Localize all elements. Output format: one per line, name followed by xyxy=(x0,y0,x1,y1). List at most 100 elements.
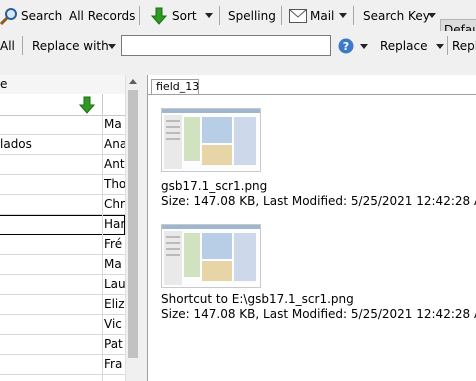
replace-dropdown-arrow[interactable] xyxy=(436,31,444,61)
replace-with-input[interactable] xyxy=(121,35,331,56)
chevron-down-icon xyxy=(436,43,444,49)
search-key-dropdown-arrow[interactable] xyxy=(428,0,436,31)
svg-text:?: ? xyxy=(343,40,349,53)
table-row[interactable]: Pat xyxy=(0,335,125,355)
mail-label: Mail xyxy=(310,8,335,23)
file-thumbnail[interactable] xyxy=(161,224,261,288)
search-label: Search xyxy=(21,8,63,23)
chevron-down-icon xyxy=(108,43,116,49)
cell-col-a[interactable]: lados xyxy=(0,135,102,155)
file-name: Shortcut to E:\gsb17.1_scr1.png xyxy=(161,292,354,306)
file-info: Size: 147.08 KB, Last Modified: 5/25/202… xyxy=(161,307,476,321)
cell-col-b[interactable]: Ma xyxy=(103,255,125,275)
mail-icon xyxy=(289,8,307,23)
mail-button[interactable]: Mail xyxy=(289,0,334,31)
replace-label: Replace xyxy=(380,39,428,53)
cell-col-b[interactable]: Fré xyxy=(103,235,125,255)
replace-all-button[interactable]: Repl xyxy=(452,31,476,61)
replace-all-left-button[interactable]: All xyxy=(0,31,15,61)
table-row[interactable]: Fra xyxy=(0,355,125,375)
scroll-thumb[interactable] xyxy=(128,90,138,358)
table-row[interactable]: Vic xyxy=(0,315,125,335)
table-row[interactable]: Ma xyxy=(0,115,125,135)
replace-with-dropdown-arrow[interactable] xyxy=(108,31,116,61)
cell-col-b[interactable]: Chr xyxy=(103,195,125,215)
help-button[interactable]: ? xyxy=(338,31,354,61)
cell-col-a[interactable] xyxy=(0,115,102,135)
cell-col-a[interactable] xyxy=(0,295,102,315)
table-row[interactable]: Ant xyxy=(0,155,125,175)
main-toolbar: Search All Records Sort Spelling Mail Se… xyxy=(0,0,476,41)
cell-col-a[interactable] xyxy=(0,235,102,255)
scroll-up-icon[interactable] xyxy=(129,79,137,84)
chevron-down-icon xyxy=(339,13,347,18)
cell-col-a[interactable] xyxy=(0,275,102,295)
cell-col-b[interactable]: Ant xyxy=(103,155,125,175)
sort-icon xyxy=(150,7,168,25)
table-row[interactable]: lados Ana xyxy=(0,135,125,155)
mail-dropdown-arrow[interactable] xyxy=(339,0,347,31)
toolbar-divider xyxy=(22,36,23,55)
selected-cell-outline xyxy=(0,215,125,235)
all-records-button[interactable]: All Records xyxy=(69,0,135,31)
replace-with-label: Replace with xyxy=(32,39,109,53)
sort-label: Sort xyxy=(172,8,197,23)
cell-col-a[interactable] xyxy=(0,175,102,195)
search-key-label: Search Key xyxy=(363,8,430,23)
toolbar-divider xyxy=(281,6,282,25)
all-label: All xyxy=(0,39,15,53)
replace-button[interactable]: Replace xyxy=(380,31,427,61)
cell-col-b[interactable]: Ma xyxy=(103,115,125,135)
table-row[interactable]: Chr xyxy=(0,195,125,215)
toolbar-divider xyxy=(139,6,140,25)
cell-col-a[interactable] xyxy=(0,355,102,375)
spelling-label: Spelling xyxy=(228,8,276,23)
cell-col-b[interactable]: Vic xyxy=(103,315,125,335)
tab-label: field_13 xyxy=(156,80,200,93)
cell-col-b[interactable]: Tho xyxy=(103,175,125,195)
cell-col-b[interactable]: Fra xyxy=(103,355,125,375)
table-row[interactable]: Tho xyxy=(0,175,125,195)
grid-rows: Ma lados Ana Ant Tho Chr Har Fré Ma Lau Eliz Vic Pat… xyxy=(0,115,125,381)
container-field-panel: field_13 gsb17.1_scr1.png Size: 147.08 K… xyxy=(147,75,476,381)
cell-col-a[interactable] xyxy=(0,155,102,175)
sort-indicator[interactable] xyxy=(78,96,100,114)
cell-col-b[interactable]: Lau xyxy=(103,275,125,295)
toolbar-divider xyxy=(447,36,448,55)
tab-field-13[interactable]: field_13 xyxy=(151,79,199,95)
search-key-button[interactable]: Search Key xyxy=(363,0,430,31)
table-row[interactable]: Har xyxy=(0,215,125,235)
help-dropdown-arrow[interactable] xyxy=(360,31,368,61)
sort-descending-icon xyxy=(78,96,96,114)
table-row[interactable]: Fré xyxy=(0,235,125,255)
table-row[interactable]: Ma xyxy=(0,255,125,275)
file-name: gsb17.1_scr1.png xyxy=(161,179,268,193)
cell-col-a[interactable] xyxy=(0,255,102,275)
table-row[interactable]: Eliz xyxy=(0,295,125,315)
help-icon: ? xyxy=(338,38,354,54)
sort-button[interactable]: Sort xyxy=(150,0,197,31)
cell-col-a[interactable] xyxy=(0,315,102,335)
records-grid[interactable]: e Ma lados Ana Ant Tho Chr Har Fré Ma Lau Eliz Vic P… xyxy=(0,75,140,381)
grid-filter-row xyxy=(0,94,125,116)
all-records-label: All Records xyxy=(69,8,136,23)
cell-col-a[interactable] xyxy=(0,195,102,215)
toolbar-divider xyxy=(353,6,354,25)
search-button[interactable]: Search xyxy=(0,0,62,31)
chevron-down-icon xyxy=(205,13,213,18)
cell-col-b[interactable]: Pat xyxy=(103,335,125,355)
cell-col-a[interactable] xyxy=(0,335,102,355)
file-info: Size: 147.08 KB, Last Modified: 5/25/202… xyxy=(161,194,476,208)
cell-col-b[interactable]: Ana xyxy=(103,135,125,155)
replace-toolbar: All Replace with ? Replace Repl xyxy=(0,31,476,61)
spelling-button[interactable]: Spelling xyxy=(228,0,276,31)
cell-col-b[interactable]: Eliz xyxy=(103,295,125,315)
grid-scrollbar[interactable] xyxy=(125,75,140,381)
column-header-label: e xyxy=(0,77,8,91)
file-thumbnail[interactable] xyxy=(161,108,261,172)
grid-header[interactable]: e xyxy=(0,75,125,95)
toolbar-divider xyxy=(219,6,220,25)
chevron-down-icon xyxy=(360,43,368,49)
table-row[interactable]: Lau xyxy=(0,275,125,295)
sort-dropdown-arrow[interactable] xyxy=(205,0,213,31)
